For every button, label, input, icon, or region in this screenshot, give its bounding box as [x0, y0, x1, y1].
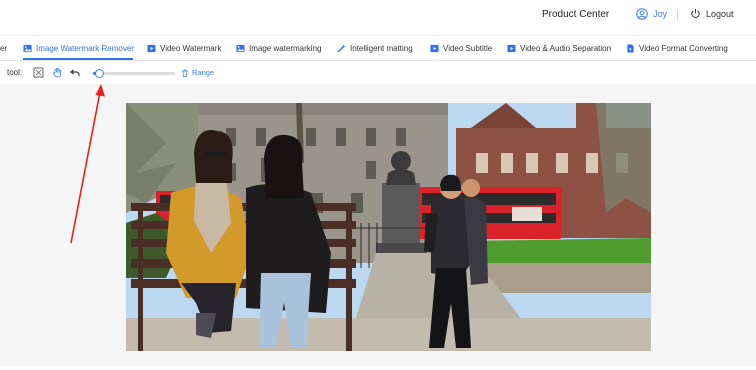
file-video-icon — [627, 43, 634, 53]
tab-label: Video Watermark — [160, 43, 222, 53]
slider-handle[interactable] — [94, 69, 104, 78]
toolbar: tool: Range — [0, 62, 756, 84]
tab-image-watermarking[interactable]: Image watermarking — [236, 41, 321, 55]
user-icon — [636, 8, 648, 20]
tab-video-subtitle[interactable]: Video Subtitle — [430, 41, 492, 55]
brush-size-slider[interactable] — [93, 69, 175, 78]
tab-label: Video & Audio Separation — [520, 43, 612, 53]
video-icon — [507, 44, 516, 52]
tab-partial[interactable]: er — [0, 41, 7, 55]
tab-label: er — [0, 43, 8, 53]
tab-intelligent-matting[interactable]: Intelligent matting — [337, 41, 413, 55]
hand-icon[interactable] — [52, 67, 63, 78]
video-icon — [430, 44, 439, 52]
range-label: Range — [192, 68, 215, 77]
tab-label: Video Format Converting — [639, 43, 728, 53]
video-icon — [147, 44, 156, 52]
tool-label: tool: — [7, 68, 23, 77]
tab-video-audio-separation[interactable]: Video & Audio Separation — [507, 41, 611, 55]
uploaded-photo[interactable] — [126, 103, 651, 351]
editor-canvas-area — [0, 84, 756, 366]
tab-label: Image Watermark Remover — [36, 43, 134, 53]
power-icon — [691, 8, 700, 19]
active-tab-indicator — [23, 58, 133, 60]
tab-label: Video Subtitle — [443, 43, 493, 53]
tab-video-watermark[interactable]: Video Watermark — [147, 41, 221, 55]
range-button[interactable]: Range — [181, 68, 214, 77]
image-icon — [236, 44, 245, 52]
feature-tabs: er Image Watermark Remover Video Waterma… — [0, 35, 756, 61]
logout-label: Logout — [706, 8, 734, 19]
user-name[interactable]: Joy — [653, 9, 667, 19]
product-center-link[interactable]: Product Center — [542, 9, 609, 20]
top-header: Product Center Joy Logout — [0, 0, 756, 33]
image-icon — [23, 44, 32, 52]
photo-image — [126, 103, 651, 351]
undo-icon[interactable] — [69, 67, 80, 78]
user-menu[interactable]: Joy — [636, 8, 667, 20]
tab-label: Image watermarking — [249, 43, 322, 53]
header-divider — [677, 11, 678, 20]
trash-icon — [182, 69, 188, 77]
select-frame-icon[interactable] — [33, 67, 44, 78]
logout-button[interactable]: Logout — [690, 8, 734, 19]
tab-label: Intelligent matting — [350, 43, 413, 53]
wand-icon — [337, 43, 346, 53]
tab-image-watermark-remover[interactable]: Image Watermark Remover — [23, 41, 134, 55]
tab-video-format-converting[interactable]: Video Format Converting — [626, 41, 728, 55]
